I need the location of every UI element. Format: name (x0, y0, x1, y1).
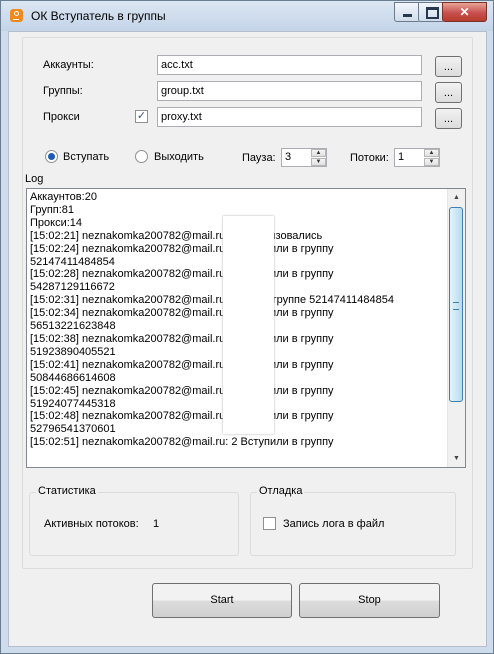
threads-stepper-arrows: ▲ ▼ (424, 149, 439, 166)
log-to-file-checkbox[interactable] (263, 517, 276, 530)
radio-selected-dot (48, 153, 55, 160)
proxy-browse-button[interactable]: ... (435, 108, 462, 129)
log-scrollbar[interactable]: ▲ ▼ (447, 189, 465, 467)
scroll-down-arrow-icon[interactable]: ▼ (448, 450, 465, 467)
log-group: Log Аккаунтов:20 Групп:81 Прокси:14 [15:02:… (23, 173, 472, 476)
log-line: [15:02:51] neznakomka200782@mail.ru: 2 В… (30, 436, 334, 449)
minimize-icon (403, 14, 412, 17)
threads-label: Потоки: (350, 152, 389, 164)
maximize-button[interactable] (418, 2, 445, 22)
threads-stepper[interactable]: 1 ▲ ▼ (394, 148, 440, 167)
window-title: ОК Вступатель в группы (31, 9, 166, 23)
accounts-label: Аккаунты: (43, 59, 94, 71)
debug-group: Отладка Запись лога в файл (250, 485, 456, 556)
proxy-label: Прокси (43, 111, 80, 123)
stats-group: Статистика Активных потоков: 1 (29, 485, 239, 556)
main-window: ОК Вступатель в группы ✕ Аккаунты: acc.t… (0, 0, 494, 654)
client-area: Аккаунты: acc.txt ... Группы: group.txt … (8, 31, 487, 647)
groups-browse-button[interactable]: ... (435, 82, 462, 103)
accounts-file-field[interactable]: acc.txt (157, 55, 422, 75)
leave-radio[interactable] (135, 150, 148, 163)
threads-value[interactable]: 1 (398, 151, 404, 163)
title-bar[interactable]: ОК Вступатель в группы ✕ (1, 1, 493, 31)
scroll-thumb[interactable] (449, 207, 463, 402)
stats-group-title: Статистика (36, 485, 98, 497)
close-button[interactable]: ✕ (442, 2, 487, 22)
scroll-grip-icon (453, 302, 459, 310)
log-group-title: Log (23, 173, 46, 185)
start-button[interactable]: Start (152, 583, 292, 618)
proxy-checkbox[interactable]: ✓ (135, 110, 148, 123)
join-radio[interactable] (45, 150, 58, 163)
scroll-up-arrow-icon[interactable]: ▲ (448, 189, 465, 206)
pause-value[interactable]: 3 (285, 151, 291, 163)
threads-down-arrow-icon[interactable]: ▼ (424, 158, 439, 166)
accounts-browse-button[interactable]: ... (435, 56, 462, 77)
log-to-file-label[interactable]: Запись лога в файл (283, 518, 384, 530)
maximize-icon (426, 7, 439, 19)
join-radio-label[interactable]: Вступать (63, 151, 109, 163)
debug-group-title: Отладка (257, 485, 305, 497)
leave-radio-label[interactable]: Выходить (154, 151, 204, 163)
proxy-file-field[interactable]: proxy.txt (157, 107, 422, 127)
pause-up-arrow-icon[interactable]: ▲ (311, 149, 326, 157)
log-line: Групп:81 (30, 203, 75, 216)
log-textbox[interactable]: Аккаунтов:20 Групп:81 Прокси:14 [15:02:21] … (26, 188, 466, 468)
settings-panel: Аккаунты: acc.txt ... Группы: group.txt … (22, 37, 473, 569)
groups-label: Группы: (43, 85, 83, 97)
stop-button[interactable]: Stop (299, 583, 440, 618)
pause-stepper[interactable]: 3 ▲ ▼ (281, 148, 327, 167)
active-threads-value: 1 (153, 518, 160, 530)
minimize-button[interactable] (394, 2, 421, 22)
groups-file-field[interactable]: group.txt (157, 81, 422, 101)
odnoklassniki-app-icon (10, 9, 23, 22)
active-threads-label: Активных потоков: (44, 518, 139, 530)
redaction-overlay (223, 216, 274, 434)
close-icon: ✕ (459, 5, 470, 19)
threads-up-arrow-icon[interactable]: ▲ (424, 149, 439, 157)
log-line: Аккаунтов:20 (30, 191, 97, 203)
pause-stepper-arrows: ▲ ▼ (311, 149, 326, 166)
pause-label: Пауза: (242, 152, 276, 164)
pause-down-arrow-icon[interactable]: ▼ (311, 158, 326, 166)
